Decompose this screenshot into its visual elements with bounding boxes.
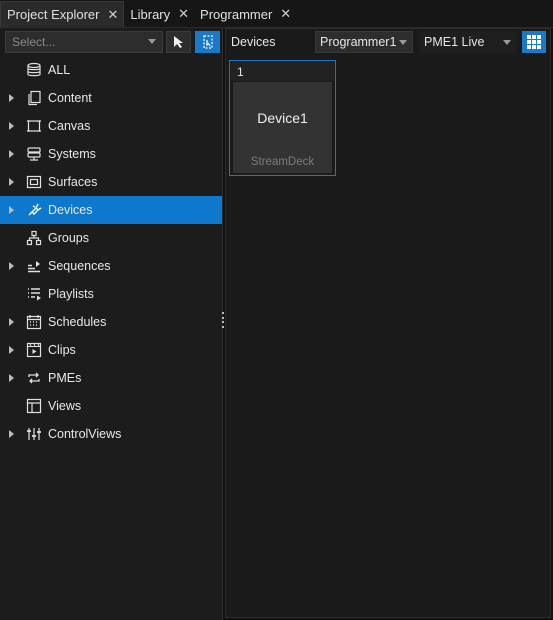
playlists-icon bbox=[28, 288, 41, 301]
tab-project-explorer[interactable]: Project Explorer ✕ bbox=[0, 1, 125, 27]
content-icon bbox=[28, 90, 41, 106]
devices-panel: Devices Programmer1 PME1 Live 1 Device1 … bbox=[225, 28, 551, 618]
devices-icon bbox=[28, 203, 42, 216]
tree-item-views[interactable]: Views bbox=[0, 392, 222, 420]
database-icon bbox=[27, 62, 41, 77]
expand-arrow-icon[interactable] bbox=[9, 318, 14, 326]
tree-item-groups[interactable]: Groups bbox=[0, 224, 222, 252]
close-icon[interactable]: ✕ bbox=[107, 7, 118, 23]
grid-view-button[interactable] bbox=[522, 31, 546, 53]
device-number: 1 bbox=[231, 62, 334, 81]
tree-item-label: ALL bbox=[48, 63, 71, 77]
explorer-tree: ALL Content Canvas Systems Surfaces Devi… bbox=[0, 56, 222, 448]
expand-arrow-icon[interactable] bbox=[9, 374, 14, 382]
tree-item-label: Surfaces bbox=[48, 175, 98, 189]
tab-bar: Project Explorer ✕ Library ✕ Programmer … bbox=[0, 0, 553, 28]
close-icon[interactable]: ✕ bbox=[178, 6, 189, 22]
chevron-down-icon bbox=[503, 40, 511, 45]
device-face: Device1 StreamDeck bbox=[233, 82, 332, 173]
tree-item-systems[interactable]: Systems bbox=[0, 140, 222, 168]
tree-item-devices[interactable]: Devices bbox=[0, 196, 222, 224]
expand-arrow-icon[interactable] bbox=[9, 178, 14, 186]
tree-item-clips[interactable]: Clips bbox=[0, 336, 222, 364]
tab-label: Project Explorer bbox=[7, 7, 100, 22]
tree-item-label: Views bbox=[48, 399, 82, 413]
calendar-icon bbox=[26, 315, 42, 330]
device-tile[interactable]: 1 Device1 StreamDeck bbox=[229, 60, 336, 176]
tree-item-label: Devices bbox=[48, 203, 93, 217]
pme-icon bbox=[28, 372, 40, 384]
pointer-button[interactable] bbox=[166, 31, 191, 53]
tree-item-label: Content bbox=[48, 91, 92, 105]
canvas-icon bbox=[27, 120, 41, 132]
device-type: StreamDeck bbox=[250, 156, 315, 168]
cursor-icon bbox=[173, 36, 183, 48]
close-icon[interactable]: ✕ bbox=[280, 6, 291, 22]
tree-item-schedules[interactable]: Schedules bbox=[0, 308, 222, 336]
tree-item-canvas[interactable]: Canvas bbox=[0, 112, 222, 140]
systems-icon bbox=[27, 147, 41, 161]
programmer-select[interactable]: Programmer1 bbox=[315, 31, 413, 53]
expand-arrow-icon[interactable] bbox=[9, 262, 14, 270]
tree-item-label: Clips bbox=[48, 343, 76, 357]
tree-item-label: Playlists bbox=[48, 287, 94, 301]
tree-item-label: PMEs bbox=[48, 371, 82, 385]
sliders-icon bbox=[27, 428, 41, 440]
tab-label: Library bbox=[130, 6, 171, 22]
views-icon bbox=[26, 398, 42, 414]
surfaces-icon bbox=[26, 175, 42, 189]
tree-item-label: Sequences bbox=[48, 259, 111, 273]
tree-item-controlviews[interactable]: ControlViews bbox=[0, 420, 222, 448]
select-placeholder: Select... bbox=[12, 35, 56, 49]
expand-arrow-icon[interactable] bbox=[9, 430, 14, 438]
chevron-down-icon bbox=[148, 39, 156, 44]
pme-select[interactable]: PME1 Live bbox=[419, 31, 517, 53]
tree-item-playlists[interactable]: Playlists bbox=[0, 280, 222, 308]
locate-button[interactable] bbox=[195, 31, 220, 53]
chevron-down-icon bbox=[399, 40, 407, 45]
expand-arrow-icon[interactable] bbox=[9, 150, 14, 158]
tree-item-label: Groups bbox=[48, 231, 89, 245]
tree-item-label: ControlViews bbox=[48, 427, 122, 441]
tree-item-content[interactable]: Content bbox=[0, 84, 222, 112]
tab-library[interactable]: Library ✕ bbox=[124, 1, 194, 27]
grid-icon bbox=[527, 35, 541, 49]
sequences-icon bbox=[28, 261, 40, 273]
tab-label: Programmer bbox=[200, 6, 273, 22]
select-dropdown[interactable]: Select... bbox=[5, 31, 163, 53]
tab-programmer[interactable]: Programmer ✕ bbox=[194, 1, 296, 27]
tree-item-surfaces[interactable]: Surfaces bbox=[0, 168, 222, 196]
devices-toolbar: Devices Programmer1 PME1 Live bbox=[226, 29, 552, 55]
expand-arrow-icon[interactable] bbox=[9, 122, 14, 130]
groups-icon bbox=[26, 230, 42, 246]
tree-item-all[interactable]: ALL bbox=[0, 56, 222, 84]
tree-item-label: Schedules bbox=[48, 315, 107, 329]
tree-item-label: Canvas bbox=[48, 119, 91, 133]
pme-select-value: PME1 Live bbox=[424, 35, 485, 49]
expand-arrow-icon[interactable] bbox=[9, 206, 14, 214]
panel-title: Devices bbox=[231, 35, 276, 49]
project-explorer-panel: Select... ALL Content Canvas Systems Sur… bbox=[0, 28, 223, 620]
clips-icon bbox=[26, 342, 42, 358]
expand-arrow-icon[interactable] bbox=[9, 346, 14, 354]
expand-arrow-icon[interactable] bbox=[9, 94, 14, 102]
locate-icon bbox=[202, 35, 213, 49]
tree-item-label: Systems bbox=[48, 147, 96, 161]
programmer-select-value: Programmer1 bbox=[320, 35, 397, 49]
tree-item-pmes[interactable]: PMEs bbox=[0, 364, 222, 392]
device-name: Device1 bbox=[257, 110, 308, 126]
tree-item-sequences[interactable]: Sequences bbox=[0, 252, 222, 280]
